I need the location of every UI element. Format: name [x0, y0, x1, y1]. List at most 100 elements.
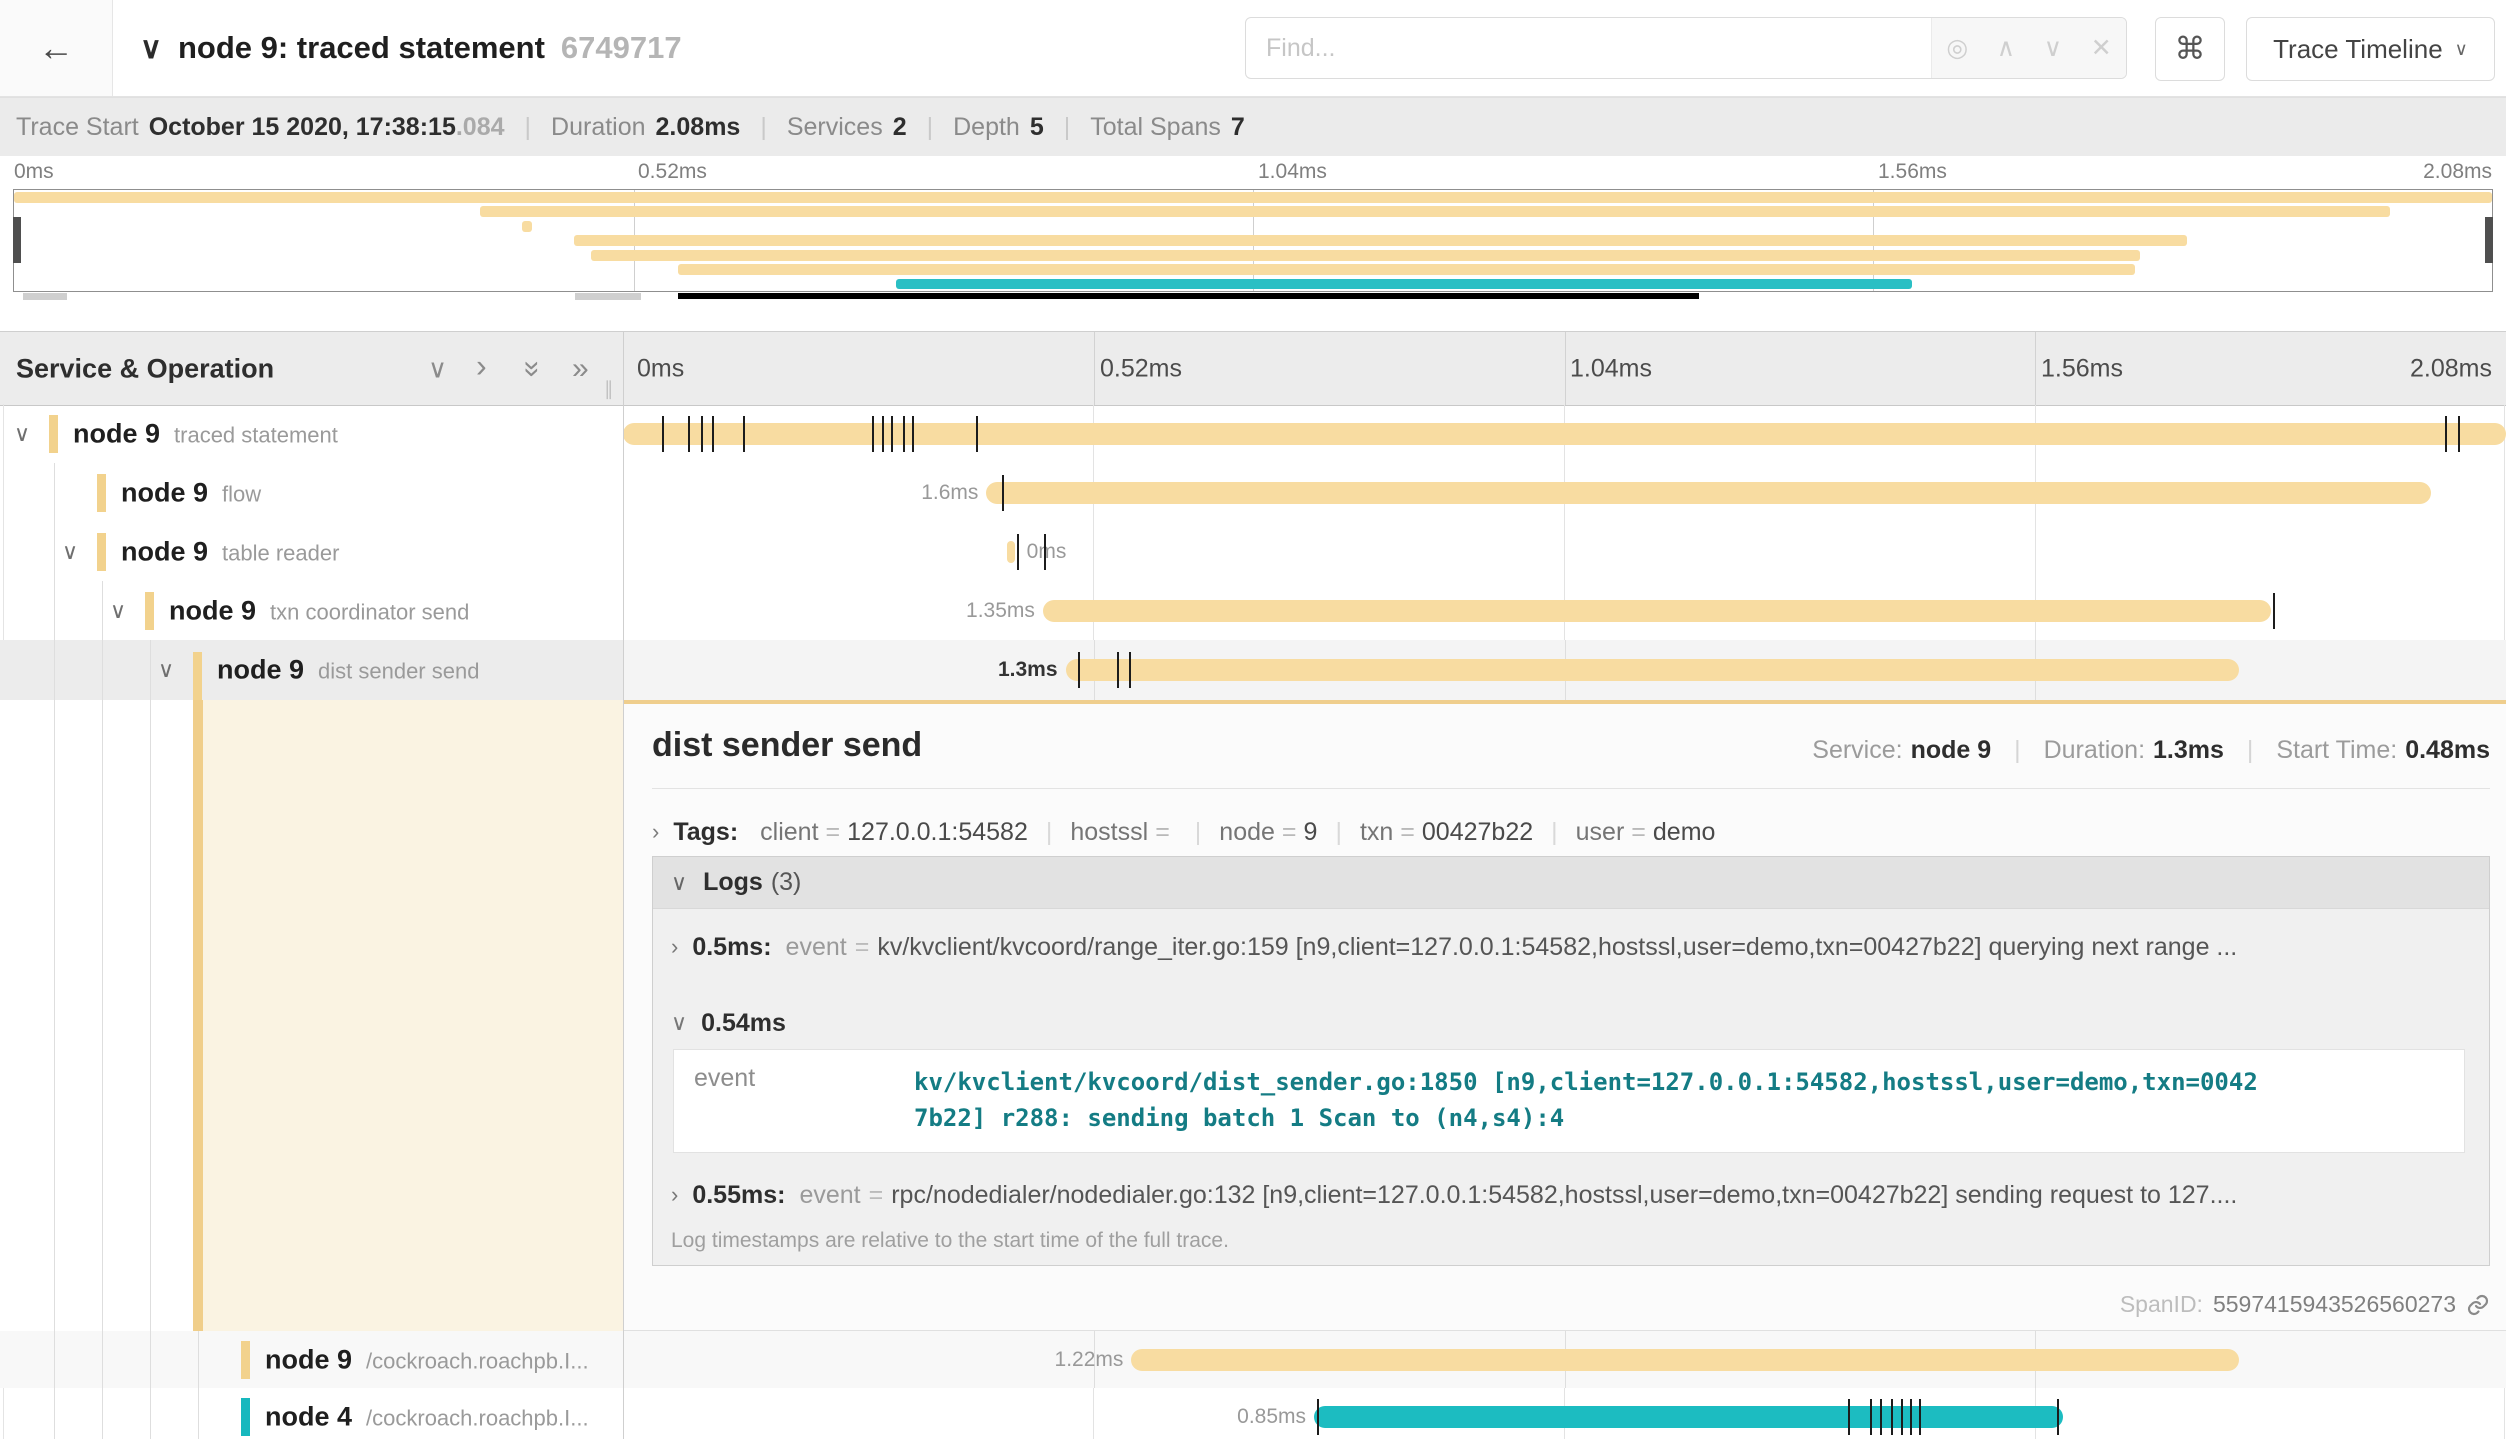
logs-header[interactable]: ∨ Logs (3) [653, 857, 2489, 909]
next-match-icon[interactable]: ∨ [2044, 33, 2062, 63]
collapse-one-level-icon[interactable]: › [476, 347, 487, 384]
service-color-swatch [145, 592, 154, 630]
span-row[interactable]: node 9flow1.6ms [0, 463, 2506, 522]
match-target-icon[interactable]: ◎ [1946, 33, 1968, 63]
trace-view-dropdown[interactable]: Trace Timeline ∨ [2246, 17, 2495, 81]
log-entry-collapsed[interactable]: › 0.55ms: event = rpc/nodedialer/nodedia… [653, 1173, 2489, 1217]
span-row-timeline-cell[interactable]: 0ms [623, 522, 2506, 581]
log-event-tick [1117, 652, 1119, 688]
span-bar[interactable] [623, 423, 2506, 445]
tag-value: 127.0.0.1:54582 [847, 818, 1028, 847]
operation-name: traced statement [174, 422, 338, 447]
tags-label: Tags: [673, 818, 738, 847]
minimap-scroll-notch[interactable] [23, 293, 67, 300]
minimap-scrubber-left[interactable] [13, 217, 21, 263]
equals: = [1400, 818, 1415, 847]
expand-chevron-icon[interactable]: ∨ [110, 598, 126, 624]
minimap-span-bar [14, 192, 2492, 203]
log-event-tick [1870, 1399, 1872, 1435]
expand-one-level-icon[interactable]: ∨ [428, 353, 447, 384]
total-spans-label: Total Spans [1090, 113, 1221, 142]
expand-chevron-icon[interactable]: ∨ [62, 539, 78, 565]
span-bar[interactable] [1314, 1406, 2063, 1428]
logs-title: Logs [703, 868, 763, 897]
span-row-timeline-cell[interactable]: 0.85ms [623, 1388, 2506, 1439]
link-icon[interactable] [2466, 1293, 2490, 1317]
span-row-label-cell[interactable]: node 9flow [0, 463, 623, 522]
indent-guide [54, 640, 55, 700]
indent-guide [150, 640, 151, 700]
start-time-label: Start Time: [2276, 736, 2397, 764]
log-entry-collapsed[interactable]: › 0.5ms: event = kv/kvclient/kvcoord/ran… [653, 925, 2489, 969]
clear-find-icon[interactable]: ✕ [2091, 33, 2112, 63]
indent-guide [54, 463, 55, 522]
service-name: node 9 [169, 595, 256, 625]
log-event-tick [1129, 652, 1131, 688]
tag-key: node [1219, 818, 1275, 847]
span-name: node 9table reader [121, 536, 619, 567]
operation-name: table reader [222, 540, 339, 565]
expand-chevron-icon[interactable]: ∨ [158, 657, 174, 683]
span-row-label-cell[interactable]: ∨ node 9traced statement [0, 404, 623, 463]
minimap-scroll-notch[interactable] [575, 293, 641, 300]
span-row-label-cell[interactable]: ∨ node 9table reader [0, 522, 623, 581]
log-event-tick [712, 416, 714, 452]
minimap-span-bar [896, 279, 1912, 290]
indent-guide [150, 1331, 151, 1388]
expand-chevron-icon[interactable]: ∨ [14, 421, 30, 447]
minimap-tick-0: 0ms [14, 160, 54, 184]
find-input[interactable] [1246, 18, 1931, 78]
span-row-label-cell[interactable]: ∨node 9txn coordinator send [0, 581, 623, 640]
logs-section: ∨ Logs (3) › 0.5ms: event = kv/kvclient/… [652, 856, 2490, 1266]
span-row[interactable]: node 4/cockroach.roachpb.I...0.85ms [0, 1388, 2506, 1439]
span-row-label-cell[interactable]: ∨node 9dist sender send [0, 640, 623, 700]
service-value: node 9 [1911, 736, 1992, 764]
column-divider[interactable] [623, 331, 624, 1439]
log-field-key: event [786, 933, 847, 962]
minimap-scrubber-right[interactable] [2485, 217, 2493, 263]
log-event-tick [688, 416, 690, 452]
span-name: node 9traced statement [73, 418, 619, 449]
services-label: Services [787, 113, 883, 142]
span-row-timeline-cell[interactable]: 1.22ms [623, 1331, 2506, 1388]
tags-row[interactable]: › Tags: client=127.0.0.1:54582 | hostssl… [652, 810, 1715, 854]
expand-all-icon[interactable]: » [515, 360, 549, 377]
span-row[interactable]: ∨ node 9table reader0ms [0, 522, 2506, 581]
collapse-header-chevron-icon[interactable]: ∨ [140, 31, 162, 66]
span-row-timeline-cell[interactable]: 1.35ms [623, 581, 2506, 640]
log-entry-expanded-header[interactable]: ∨ 0.54ms [653, 1001, 2489, 1045]
span-row[interactable]: ∨node 9txn coordinator send1.35ms [0, 581, 2506, 640]
span-bar[interactable] [1131, 1349, 2238, 1371]
log-event-tick [2458, 416, 2460, 452]
span-bar[interactable] [1066, 659, 2239, 681]
log-event-tick [701, 416, 703, 452]
span-row[interactable]: node 9/cockroach.roachpb.I...1.22ms [0, 1331, 2506, 1388]
span-bar[interactable] [986, 482, 2430, 504]
log-field-key: event [799, 1181, 860, 1210]
span-row-label-cell[interactable]: node 9/cockroach.roachpb.I... [0, 1331, 623, 1388]
span-row-timeline-cell[interactable] [623, 404, 2506, 463]
chevron-down-icon: ∨ [671, 1010, 687, 1036]
span-row[interactable]: ∨ node 9traced statement [0, 404, 2506, 463]
back-arrow-icon: ← [38, 27, 74, 69]
keyboard-shortcuts-button[interactable]: ⌘ [2155, 17, 2225, 81]
span-row-timeline-cell[interactable]: 1.3ms [623, 640, 2506, 700]
chevron-right-icon[interactable]: › [652, 819, 659, 845]
services-value: 2 [893, 113, 907, 142]
span-row[interactable]: ∨node 9dist sender send1.3ms [0, 640, 2506, 700]
collapse-all-icon[interactable]: » [572, 352, 589, 386]
minimap-scroll-thumb[interactable] [678, 293, 1700, 299]
span-row-timeline-cell[interactable]: 1.6ms [623, 463, 2506, 522]
span-bar[interactable] [1043, 600, 2271, 622]
column-resizer-grip[interactable]: ∥ [604, 378, 614, 401]
prev-match-icon[interactable]: ∧ [1997, 33, 2015, 63]
span-row-label-cell[interactable]: node 4/cockroach.roachpb.I... [0, 1388, 623, 1439]
span-bar[interactable] [1007, 541, 1015, 563]
trace-start-value: October 15 2020, 17:38:15.084 [149, 113, 505, 142]
back-button[interactable]: ← [0, 0, 113, 96]
log-event-tick [1002, 475, 1004, 511]
depth-label: Depth [953, 113, 1020, 142]
log-field-key: event [674, 1064, 914, 1093]
service-color-swatch [97, 533, 106, 571]
minimap-canvas[interactable] [13, 189, 2493, 292]
